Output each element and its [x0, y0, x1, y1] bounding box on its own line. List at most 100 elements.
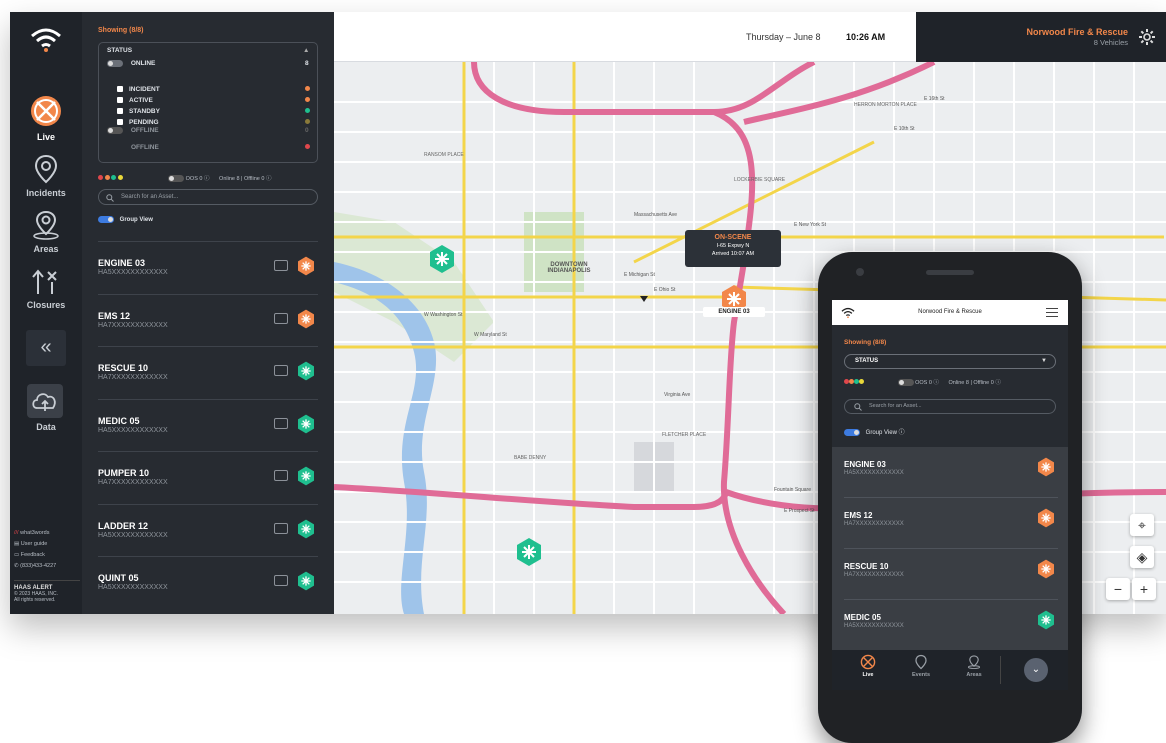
info-icon[interactable]: ⓘ	[204, 176, 210, 182]
camera-icon[interactable]	[274, 260, 288, 271]
camera-icon[interactable]	[274, 312, 288, 324]
checkbox[interactable]	[117, 108, 123, 115]
user-guide-link[interactable]: ▤ User guide	[14, 539, 80, 550]
phone-header: Norwood Fire & Rescue	[832, 300, 1068, 325]
phone-link[interactable]: ✆ (833)433-4227	[14, 561, 80, 572]
group-view-toggle[interactable]: Group View	[98, 216, 153, 223]
asset-name: RESCUE 10	[844, 562, 889, 571]
data-button[interactable]	[27, 384, 63, 418]
asset-panel: Showing (8/8) STATUS ▲ ONLINE 8 INCIDENT…	[82, 12, 334, 614]
asset-row[interactable]: ENGINE 03 HA5XXXXXXXXXXXX	[98, 241, 318, 291]
chat-icon: ▭	[14, 552, 20, 558]
tooltip-arrived: Arrived 10:07 AM	[711, 251, 755, 257]
checkbox[interactable]	[117, 119, 123, 126]
map-label-ransom: RANSOM PLACE	[424, 152, 464, 158]
asset-id: HA7XXXXXXXXXXXX	[98, 321, 168, 329]
org-block: Norwood Fire & Rescue 8 Vehicles	[916, 12, 1166, 62]
status-dot	[305, 85, 310, 95]
phone-group-view-toggle[interactable]: Group View ⓘ	[844, 427, 905, 436]
online-toggle-row[interactable]: ONLINE	[107, 59, 155, 69]
map-label-mass-ave: Massachusetts Ave	[634, 212, 677, 218]
feedback-link[interactable]: ▭ Feedback	[14, 550, 80, 561]
offline-toggle-row[interactable]: OFFLINE	[107, 126, 159, 136]
asset-row[interactable]: EMS 12 HA7XXXXXXXXXXXX	[98, 293, 318, 344]
offline-count: 0	[305, 127, 309, 134]
status-badge	[296, 519, 316, 544]
collapse-nav-button[interactable]: «	[26, 330, 66, 366]
cloud-upload-icon	[32, 393, 56, 411]
camera-icon[interactable]	[274, 417, 288, 429]
chevron-up-icon[interactable]: ▲	[303, 46, 309, 56]
phone-asset-row[interactable]: MEDIC 05 HA5XXXXXXXXXXXX	[844, 600, 1058, 651]
info-icon[interactable]: ⓘ	[995, 380, 1001, 386]
nav-areas-label: Areas	[33, 244, 59, 254]
legend-dot-orange	[104, 175, 110, 180]
phone-search-input[interactable]: Search for an Asset...	[844, 399, 1056, 414]
status-option-active[interactable]: ACTIVE	[117, 96, 153, 106]
map-label-fletcher: FLETCHER PLACE	[662, 432, 707, 438]
nav-closures[interactable]: Closures	[10, 268, 82, 310]
phone-asset-row[interactable]: EMS 12 HA7XXXXXXXXXXXX	[844, 498, 1058, 549]
phone-tab-events[interactable]: Events	[901, 654, 941, 678]
online-label: ONLINE	[130, 60, 156, 67]
oos-toggle[interactable]	[168, 175, 185, 183]
phone-tab-live[interactable]: Live	[848, 654, 888, 678]
asset-id: HA5XXXXXXXXXXXX	[98, 584, 168, 591]
incident-pin-icon	[915, 654, 927, 670]
phone-asset-list: ENGINE 03 HA5XXXXXXXXXXXX EMS 12 HA7XXXXXXX…	[832, 447, 1068, 651]
legend-dot-yellow	[117, 175, 123, 180]
zoom-out-button[interactable]: −	[1106, 578, 1130, 600]
nav-incidents[interactable]: Incidents	[10, 154, 82, 198]
asset-search-input[interactable]: Search for an Asset...	[98, 189, 318, 205]
phone-group-view-switch[interactable]	[844, 428, 860, 436]
phone-tab-bar: Live Events Areas ⌄	[832, 650, 1068, 690]
asset-row[interactable]: QUINT 05 HA5XXXXXXXXXXXX	[98, 556, 318, 606]
phone-screen: Norwood Fire & Rescue Showing (8/8) STAT…	[832, 300, 1068, 690]
offline-toggle[interactable]	[107, 126, 123, 134]
asset-id: HA5XXXXXXXXXXXX	[844, 623, 904, 629]
hamburger-menu-icon[interactable]	[1046, 308, 1058, 317]
phone-asset-row[interactable]: RESCUE 10 HA7XXXXXXXXXXXX	[844, 549, 1058, 600]
asset-name: LADDER 12	[98, 520, 149, 531]
asset-row[interactable]: RESCUE 10 HA7XXXXXXXXXXXX	[98, 346, 318, 396]
asset-row[interactable]: PUMPER 10 HA7XXXXXXXXXXXX	[98, 451, 318, 501]
asset-row[interactable]: LADDER 12 HA5XXXXXXXXXXXX	[98, 503, 318, 554]
asset-row[interactable]: MEDIC 05 HA5XXXXXXXXXXXX	[98, 398, 318, 449]
checkbox[interactable]	[117, 97, 123, 104]
gear-icon[interactable]	[1138, 28, 1156, 46]
phone-showing-count: Showing (8/8)	[844, 339, 887, 346]
phone-mockup: Norwood Fire & Rescue Showing (8/8) STAT…	[818, 252, 1082, 743]
camera-icon[interactable]	[274, 575, 288, 586]
unit-badge-icon	[1038, 610, 1054, 630]
phone-asset-row[interactable]: ENGINE 03 HA5XXXXXXXXXXXX	[844, 447, 1058, 498]
expand-button[interactable]: ⌄	[1024, 658, 1048, 682]
asset-id: HA7XXXXXXXXXXXX	[844, 572, 904, 578]
camera-icon[interactable]	[274, 470, 288, 481]
offline-sub-label: OFFLINE	[131, 144, 159, 151]
status-option-standby[interactable]: STANDBY	[117, 107, 160, 117]
info-icon[interactable]: ⓘ	[899, 430, 905, 436]
online-toggle[interactable]	[107, 59, 123, 67]
status-option-incident[interactable]: INCIDENT	[117, 85, 160, 95]
phone-status-dropdown[interactable]: STATUS ▼	[844, 354, 1056, 369]
map-label-maryland: W Maryland St	[474, 332, 507, 338]
phone-oos-toggle[interactable]	[897, 379, 914, 387]
info-icon[interactable]: ⓘ	[933, 380, 939, 386]
nav-areas[interactable]: Areas	[10, 210, 82, 254]
camera-icon[interactable]	[274, 365, 288, 376]
camera-icon[interactable]	[274, 522, 288, 534]
group-view-switch[interactable]	[98, 216, 114, 223]
phone-tab-areas[interactable]: Areas	[954, 654, 994, 678]
live-icon	[860, 654, 876, 670]
nav-live[interactable]: Live	[10, 94, 82, 142]
layers-button[interactable]: ◈	[1130, 546, 1154, 568]
zoom-in-button[interactable]: +	[1132, 578, 1156, 600]
map-label-10th: E 10th St	[894, 126, 915, 132]
what3words-link[interactable]: /// what3words	[14, 528, 80, 539]
standby-unit-marker-icon[interactable]	[427, 244, 457, 274]
asset-id: HA5XXXXXXXXXXXX	[98, 269, 168, 276]
standby-unit-marker-icon[interactable]	[514, 537, 544, 567]
checkbox[interactable]	[117, 86, 123, 93]
info-icon[interactable]: ⓘ	[266, 176, 272, 182]
locate-button[interactable]: ⌖	[1130, 514, 1154, 536]
